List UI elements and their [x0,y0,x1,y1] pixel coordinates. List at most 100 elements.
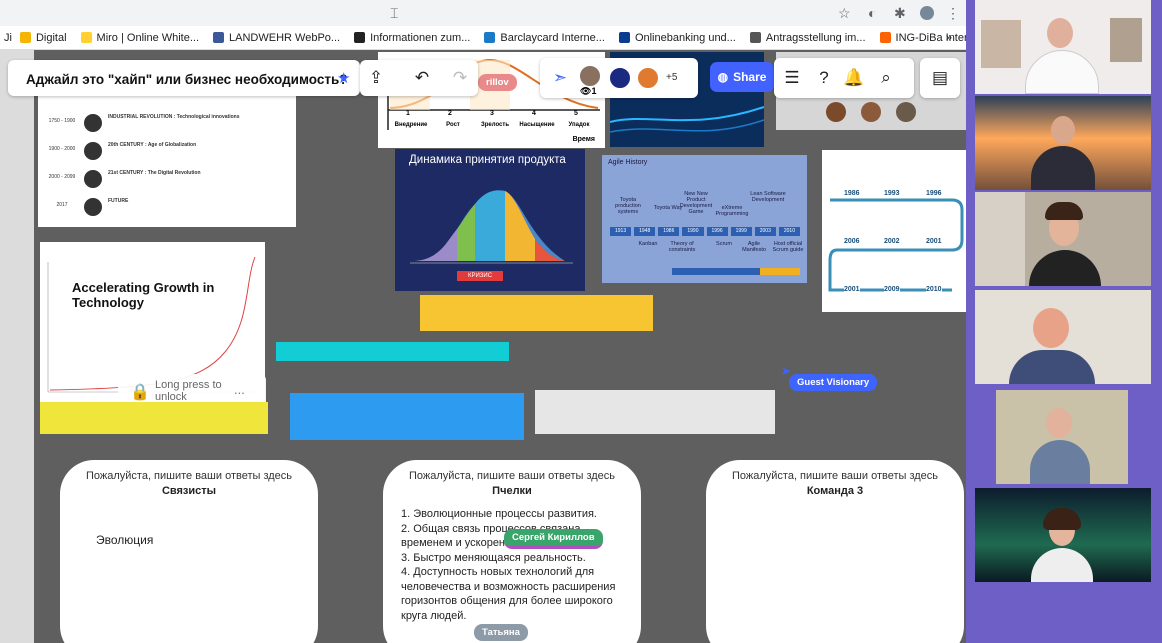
lifecycle-stage-label: Рост [446,122,460,128]
answer-list-line: 4. Доступность новых технологий для [401,566,595,578]
bookmark-label: ING-DiBa Internetb... [895,31,966,44]
board-toolbar: Аджайл это "хайп" или бизнес необходимос… [0,56,966,100]
bookmark-favicon-icon [19,32,31,43]
phone-year-label: 1993 [884,190,900,197]
extension-icon[interactable]: ◐ [868,5,876,21]
sticky-note-moore[interactable] [40,402,268,434]
video-tile-3[interactable] [975,192,1151,286]
agile-year-badge: 1999 [730,227,752,236]
help-icon[interactable]: ? [810,64,838,92]
answer-prompt: Пожалуйста, пишите ваши ответы здесь [85,470,293,482]
agile-history-label: Agile Manifesto [742,241,766,253]
settings-sliders-icon[interactable]: ☰ [778,64,806,92]
phone-year-label: 2001 [926,238,942,245]
bookmark-label: Onlinebanking und... [634,31,736,44]
timeline-title: FUTURE [108,198,129,204]
collaborator-avatar[interactable] [636,66,660,90]
collaborator-avatar[interactable] [578,64,602,88]
timeline-row: 1900 - 2000 20th CENTURY : Age of Globali… [44,140,290,164]
notes-icon[interactable]: ▤ [926,64,954,92]
answer-list-line: горизонтов общения для более широкого [401,595,613,607]
adoption-dynamics-card[interactable]: Динамика принятия продукта КРИЗИС [395,149,585,291]
phone-year-label: 2009 [884,286,900,293]
puzzle-icon[interactable]: ✱ [894,5,906,22]
video-tile-5[interactable] [996,390,1128,484]
phone-evolution-card[interactable]: 1986 1993 1996 2006 2002 2001 2001 2009 2010 [822,150,968,312]
agile-year-badge: 2003 [754,227,776,236]
timeline-row: 2000 - 2099 21st CENTURY : The Digital Re… [44,168,290,192]
lock-icon: 🔒 [130,384,150,401]
board-title-panel: Аджайл это "хайп" или бизнес необходимос… [8,60,360,96]
notifications-bell-icon[interactable]: 🔔 [840,64,868,92]
sticky-note-bmw[interactable] [276,342,509,361]
bookmark-item[interactable]: ING-DiBa Internetb... [879,31,966,44]
answer-box-pchelki[interactable]: Пожалуйста, пишите ваши ответы здесь Пче… [383,460,641,643]
bookmark-item[interactable]: Informationen zum... [354,32,470,44]
video-tile-6[interactable] [975,488,1151,582]
bookmark-item[interactable]: LANDWEHR WebPo... [213,32,340,44]
bookmark-prefix: Ji [4,31,12,44]
lock-menu-icon[interactable]: ... [234,382,245,397]
lifecycle-stage-number: 5 [574,110,578,117]
agile-year-badge: 1986 [658,227,680,236]
history-timeline-card[interactable]: 1750 - 1900 INDUSTRIAL REVOLUTION : Techn… [38,92,296,227]
adoption-bell-curve [410,190,573,264]
agile-year-badge: 2010 [778,227,800,236]
answer-prompt: Пожалуйста, пишите ваши ответы здесь [408,470,616,482]
timeline-year: 1900 - 2000 [48,146,76,152]
bookmarks-overflow[interactable]: » [946,32,952,44]
video-tile-1[interactable] [975,0,1151,94]
timeline-row: 2017 FUTURE [44,196,290,220]
agile-year-badge: 1996 [706,227,728,236]
follow-cursor-icon[interactable]: ➣ [546,64,574,92]
bookmark-label: Miro | Online White... [96,31,200,44]
agile-history-label: Host official Scrum guide [772,241,804,253]
sticky-note-wii[interactable] [420,295,653,331]
bookmark-item[interactable]: Barclaycard Interne... [484,32,605,44]
collaborator-avatar[interactable] [608,66,632,90]
export-icon[interactable]: ⇪ [362,64,390,92]
answer-text: Эволюция [96,533,154,547]
agile-history-label: Toyota production systems [615,197,641,215]
video-tile-2[interactable] [975,96,1151,190]
bookmark-item[interactable]: Onlinebanking und... [618,31,736,44]
lifecycle-xlabel: Время [572,136,595,143]
globe-icon: ◍ [717,70,729,84]
board-title[interactable]: Аджайл это "хайп" или бизнес необходимос… [26,72,348,87]
sticky-note-amazon[interactable] [290,393,524,440]
bookmark-favicon-icon [749,32,761,43]
timeline-image [84,170,102,188]
bookmark-favicon-icon [618,32,630,43]
star-icon[interactable]: ★ [337,69,350,87]
bookmark-star-icon[interactable]: ☆ [838,5,851,22]
timeline-title: 21st CENTURY : The Digital Revolution [108,170,201,176]
bookmark-item[interactable]: Miro | Online White... [80,31,200,44]
search-icon[interactable]: ⌕ [872,64,900,92]
agile-history-label: Theory of constraints [668,241,696,253]
agile-history-card[interactable]: Agile History Toyota production systems T… [602,155,807,283]
timeline-title: 20th CENTURY : Age of Globalization [108,142,197,148]
browser-menu-icon[interactable]: ⋮ [946,5,960,22]
profile-avatar[interactable] [920,6,934,20]
extra-collaborators-count[interactable]: +5 [666,72,677,83]
answer-list-line: 3. Быстро меняющаяся реальность. [401,551,586,564]
lifecycle-stage-number: 3 [490,110,494,117]
lifecycle-stage-label: Зрелость [480,122,510,128]
phone-year-label: 1996 [926,190,942,197]
timeline-image [84,114,102,132]
answer-team: Пчелки [492,485,532,497]
undo-redo-panel: ⇪ ↶ ↷ [360,60,478,96]
answer-list-line: 1. Эволюционные процессы развития. [401,508,597,520]
agile-arrow-blue [672,268,762,275]
share-button[interactable]: ◍ Share [710,62,774,92]
bookmark-item[interactable]: Digital [19,32,67,44]
redo-icon[interactable]: ↷ [446,64,474,92]
answer-prompt: Пожалуйста, пишите ваши ответы здесь [731,470,939,482]
bookmark-item[interactable]: Antragsstellung im... [749,32,866,44]
sticky-note-zara[interactable] [535,390,775,434]
answer-box-komanda-3[interactable]: Пожалуйста, пишите ваши ответы здесь Ком… [706,460,964,643]
guest-cursor-icon: ➤ [781,364,792,378]
answer-box-svyazisty[interactable]: Пожалуйста, пишите ваши ответы здесь Свя… [60,460,318,643]
undo-icon[interactable]: ↶ [408,64,436,92]
video-tile-4[interactable] [975,290,1151,384]
